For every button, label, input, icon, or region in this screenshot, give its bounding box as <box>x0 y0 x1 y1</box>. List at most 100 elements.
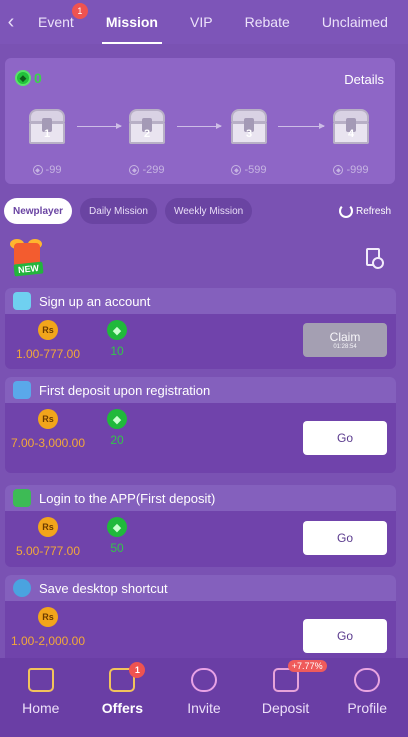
reward-amount: Rs 1.00-2,000.00 <box>8 607 88 651</box>
rupee-icon: Rs <box>38 409 58 429</box>
mission-filter-bar: Newplayer Daily Mission Weekly Mission <box>4 198 253 224</box>
tab-label: Mission <box>105 14 158 30</box>
chest-3[interactable]: 3 <box>229 107 269 147</box>
points-balance: ◆ 0 <box>15 70 42 86</box>
chest-cost: ◆ -599 <box>219 164 279 176</box>
reward-amount: Rs 1.00-777.00 <box>8 320 88 364</box>
nav-label: Offers <box>101 700 143 716</box>
tab-rebate[interactable]: Rebate <box>241 0 294 44</box>
invite-users-icon <box>190 668 217 692</box>
reward-points: ◆ 20 <box>107 409 127 447</box>
tab-event-badge: 1 <box>71 3 88 19</box>
arrow-right-icon <box>177 123 222 129</box>
points-value: 0 <box>34 70 42 86</box>
chest-cost: ◆ -99 <box>17 164 77 176</box>
go-button[interactable]: Go <box>303 421 387 455</box>
signup-document-icon <box>13 292 31 310</box>
nav-deposit[interactable]: Deposit +7.77% <box>251 658 327 737</box>
filter-weekly-mission[interactable]: Weekly Mission <box>164 198 253 224</box>
tab-bar: Event 1 Mission VIP Rebate Unclaimed <box>22 0 408 44</box>
mission-title: Save desktop shortcut <box>39 580 168 596</box>
gift-icon[interactable]: NEW <box>8 239 48 277</box>
nav-label: Invite <box>187 700 221 716</box>
offers-badge: 1 <box>129 662 146 678</box>
tab-label: Rebate <box>244 14 290 30</box>
chest-cost-value: -999 <box>346 164 369 176</box>
nav-home[interactable]: Home <box>6 658 76 737</box>
reward-amount: Rs 5.00-777.00 <box>8 517 88 561</box>
home-icon <box>27 668 54 692</box>
chest-2[interactable]: 2 <box>127 107 167 147</box>
go-button[interactable]: Go <box>303 619 387 653</box>
reward-points: ◆ 10 <box>107 320 127 358</box>
mission-header: Save desktop shortcut <box>5 575 396 601</box>
chest-number: 3 <box>245 128 253 140</box>
gem-icon: ◆ <box>129 165 140 175</box>
mission-header: Login to the APP(First deposit) <box>5 485 396 511</box>
reward-amount-text: 1.00-777.00 <box>15 347 81 361</box>
chest-cost: ◆ -299 <box>117 164 177 176</box>
nav-label: Deposit <box>261 700 310 716</box>
reward-points-text: 10 <box>110 344 124 358</box>
mission-title: First deposit upon registration <box>39 382 211 398</box>
arrow-right-icon <box>278 123 325 129</box>
reward-amount: Rs 7.00-3,000.00 <box>8 409 88 453</box>
mission-title: Login to the APP(First deposit) <box>39 490 216 506</box>
tab-label: Unclaimed <box>321 14 388 30</box>
chest-number: 2 <box>143 128 151 140</box>
mission-header: Sign up an account <box>5 288 396 314</box>
mission-header: First deposit upon registration <box>5 377 396 403</box>
new-badge: NEW <box>13 261 44 277</box>
profile-icon <box>354 668 381 692</box>
deposit-bonus-badge: +7.77% <box>287 660 327 672</box>
top-nav: ‹ Event 1 Mission VIP Rebate Unclaimed <box>0 0 408 44</box>
gem-icon: ◆ <box>107 409 127 429</box>
wallet-icon <box>13 381 31 399</box>
gem-icon: ◆ <box>231 165 242 175</box>
globe-icon <box>13 579 31 597</box>
chest-1[interactable]: 1 <box>27 107 67 147</box>
arrow-right-icon <box>77 123 122 129</box>
mission-card: Login to the APP(First deposit) Rs 5.00-… <box>5 485 396 567</box>
reward-amount-text: 5.00-777.00 <box>15 544 81 558</box>
nav-offers[interactable]: Offers 1 <box>87 658 157 737</box>
reward-amount-text: 1.00-2,000.00 <box>10 634 86 648</box>
chest-4[interactable]: 4 <box>331 107 371 147</box>
tab-event[interactable]: Event 1 <box>34 0 88 44</box>
nav-profile[interactable]: Profile <box>332 658 402 737</box>
nav-label: Home <box>22 700 60 716</box>
mission-title: Sign up an account <box>39 293 151 309</box>
chest-cost-value: -99 <box>45 164 62 176</box>
claim-countdown: 01:28:54 <box>333 344 357 350</box>
mission-card: Save desktop shortcut Rs 1.00-2,000.00 G… <box>5 575 396 665</box>
filter-daily-mission[interactable]: Daily Mission <box>80 198 157 224</box>
gem-icon: ◆ <box>32 165 43 175</box>
gem-icon: ◆ <box>15 70 31 86</box>
mission-card: Sign up an account Rs 1.00-777.00 ◆ 10 C… <box>5 288 396 369</box>
tab-unclaimed[interactable]: Unclaimed <box>318 0 392 44</box>
tab-mission[interactable]: Mission <box>101 0 163 44</box>
mission-card: First deposit upon registration Rs 7.00-… <box>5 377 396 473</box>
chest-cost: ◆ -999 <box>321 164 381 176</box>
phone-download-icon <box>13 489 31 507</box>
filter-newplayer[interactable]: Newplayer <box>4 198 73 224</box>
tab-label: VIP <box>190 14 213 30</box>
reward-amount-text: 7.00-3,000.00 <box>10 436 86 450</box>
details-link[interactable]: Details <box>344 72 384 87</box>
reward-points-text: 20 <box>110 433 124 447</box>
claim-button[interactable]: Claim 01:28:54 <box>303 323 387 357</box>
nav-invite[interactable]: Invite <box>169 658 239 737</box>
nav-label: Profile <box>347 700 388 716</box>
history-document-icon[interactable] <box>366 248 384 269</box>
bottom-nav: Home Offers 1 Invite Deposit +7.77% Prof… <box>0 658 408 737</box>
gem-icon: ◆ <box>107 517 127 537</box>
reward-points: ◆ 50 <box>107 517 127 555</box>
claim-button-label: Claim <box>329 330 361 344</box>
tab-vip[interactable]: VIP <box>186 0 217 44</box>
go-button[interactable]: Go <box>303 521 387 555</box>
rupee-icon: Rs <box>38 320 58 340</box>
refresh-button[interactable]: Refresh <box>338 204 391 218</box>
back-arrow-icon[interactable]: ‹ <box>0 0 22 44</box>
chest-progress-card: ◆ 0 Details 1 2 3 4 ◆ -99 ◆ -299 ◆ -599 ◆ -9… <box>5 58 395 184</box>
rupee-icon: Rs <box>38 517 58 537</box>
